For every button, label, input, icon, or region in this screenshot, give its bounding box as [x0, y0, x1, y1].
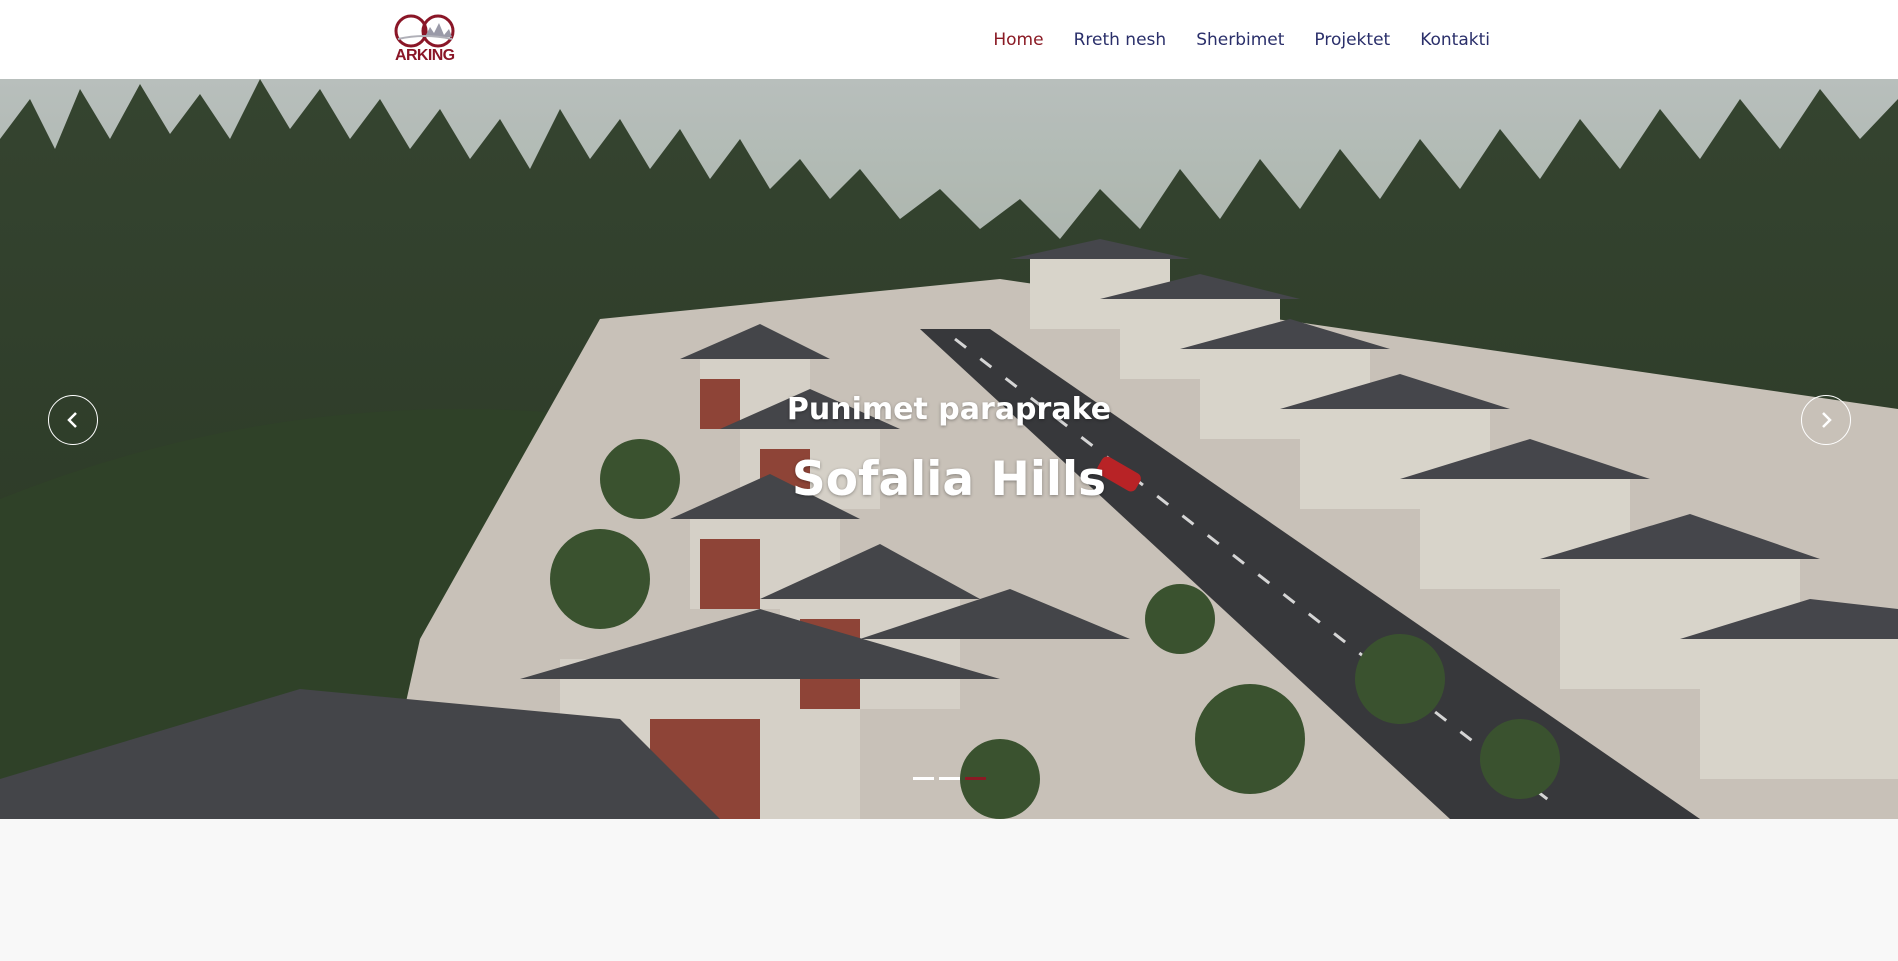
- logo-text: ARKING: [395, 47, 455, 64]
- chevron-left-icon: [67, 412, 77, 428]
- slide-title: Sofalia Hills: [791, 452, 1107, 507]
- site-header: ARKING Home Rreth nesh Sherbimet Projekt…: [0, 0, 1898, 79]
- nav-item-rreth-nesh[interactable]: Rreth nesh: [1074, 30, 1167, 50]
- slider-indicator-2[interactable]: [939, 777, 960, 780]
- content-section: [0, 819, 1898, 961]
- main-nav: Home Rreth nesh Sherbimet Projektet Kont…: [993, 0, 1490, 79]
- hero-slider: Punimet paraprake Sofalia Hills: [0, 79, 1898, 819]
- slider-indicator-3[interactable]: [965, 777, 986, 780]
- slider-prev-button[interactable]: [48, 395, 98, 445]
- nav-item-projektet[interactable]: Projektet: [1314, 30, 1390, 50]
- nav-item-sherbimet[interactable]: Sherbimet: [1196, 30, 1284, 50]
- nav-item-kontakti[interactable]: Kontakti: [1420, 30, 1490, 50]
- slider-next-button[interactable]: [1801, 395, 1851, 445]
- arking-logo[interactable]: ARKING: [394, 13, 460, 67]
- slide-subtitle: Punimet paraprake: [786, 392, 1112, 427]
- slide-overlay: [0, 79, 1898, 819]
- chevron-right-icon: [1822, 412, 1832, 428]
- logo-rings-icon: [394, 14, 455, 48]
- nav-item-home[interactable]: Home: [993, 30, 1043, 50]
- slider-indicators: [913, 777, 986, 780]
- slider-indicator-1[interactable]: [913, 777, 934, 780]
